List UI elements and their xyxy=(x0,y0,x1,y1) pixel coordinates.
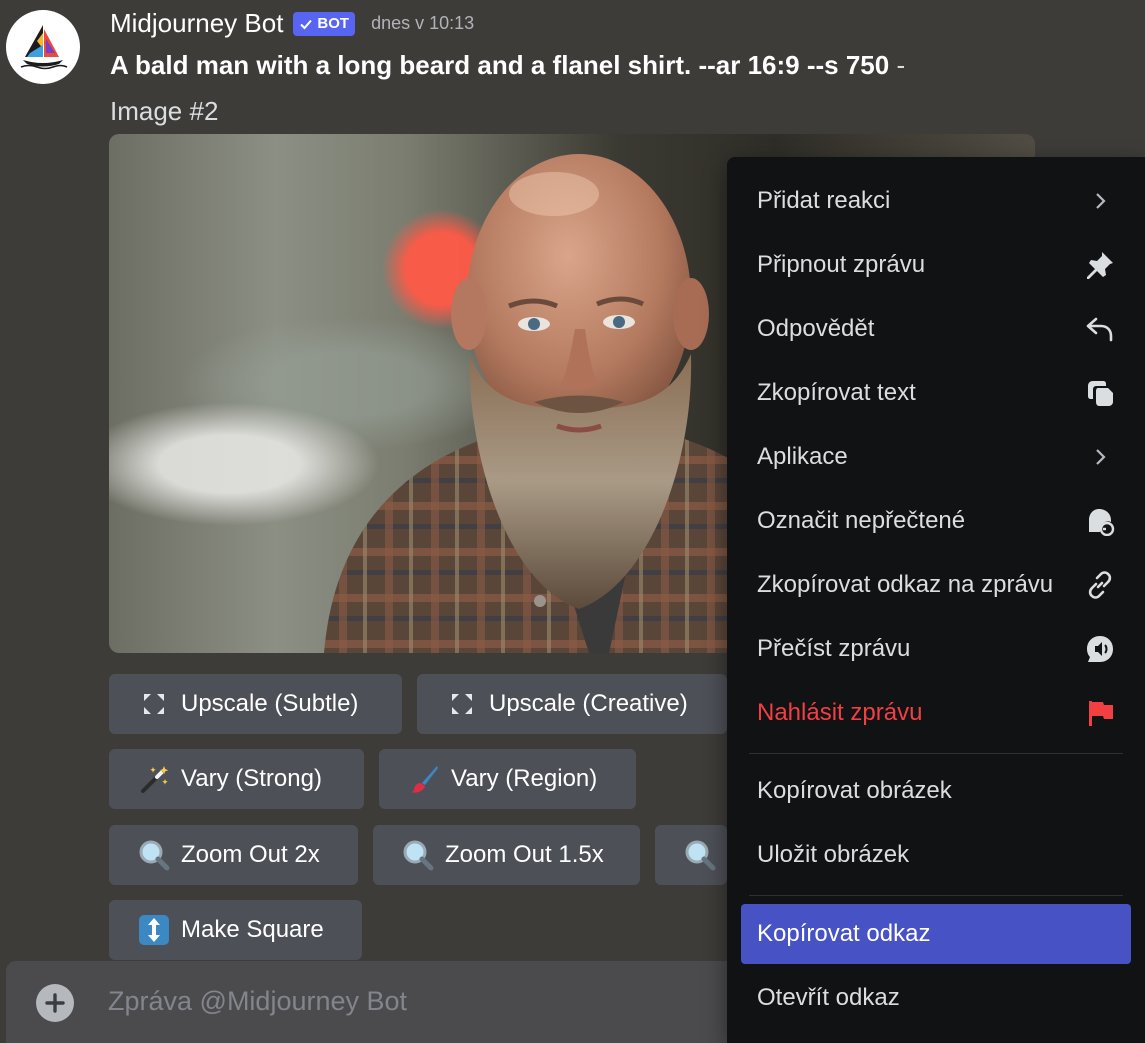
vary-region-button[interactable]: Vary (Region) xyxy=(379,749,636,809)
magnifier-icon xyxy=(683,838,717,872)
menu-item-label: Přidat reakci xyxy=(757,187,891,214)
menu-item-copy-message-link[interactable]: Zkopírovat odkaz na zprávu xyxy=(741,555,1131,615)
paintbrush-icon xyxy=(407,762,441,796)
menu-item-label: Přečíst zprávu xyxy=(757,635,911,662)
menu-item-save-image[interactable]: Uložit obrázek xyxy=(741,825,1131,885)
menu-item-read-message[interactable]: Přečíst zprávu xyxy=(741,619,1131,679)
custom-zoom-button[interactable] xyxy=(655,825,727,885)
discord-chat-view: Midjourney Bot BOT dnes v 10:13 A bald m… xyxy=(0,0,1145,1043)
upscale-creative-label: Upscale (Creative) xyxy=(489,690,688,717)
upscale-creative-button[interactable]: Upscale (Creative) xyxy=(417,674,727,734)
menu-item-copy-link[interactable]: Kopírovat odkaz xyxy=(741,904,1131,964)
magnifier-icon xyxy=(137,838,171,872)
message-timestamp: dnes v 10:13 xyxy=(371,13,475,33)
menu-item-label: Odpovědět xyxy=(757,315,875,342)
menu-separator xyxy=(749,895,1123,896)
menu-item-mark-unread[interactable]: Označit nepřečtené xyxy=(741,491,1131,551)
up-down-arrow-icon xyxy=(137,913,171,947)
pin-icon xyxy=(1083,248,1117,282)
message-header: Midjourney Bot BOT dnes v 10:13 xyxy=(110,8,474,39)
menu-item-label: Uložit obrázek xyxy=(757,841,910,868)
menu-separator xyxy=(749,753,1123,754)
menu-item-copy-text[interactable]: Zkopírovat text xyxy=(741,363,1131,423)
magic-wand-icon xyxy=(137,762,171,796)
midjourney-avatar[interactable] xyxy=(6,10,80,84)
menu-item-apps[interactable]: Aplikace xyxy=(741,427,1131,487)
menu-item-pin-message[interactable]: Připnout zprávu xyxy=(741,235,1131,295)
menu-item-label: Kopírovat odkaz xyxy=(757,920,931,947)
menu-item-reply[interactable]: Odpovědět xyxy=(741,299,1131,359)
menu-item-copy-image[interactable]: Kopírovat obrázek xyxy=(741,761,1131,821)
prompt-text: A bald man with a long beard and a flane… xyxy=(110,50,890,80)
checkmark-icon xyxy=(300,19,313,29)
menu-item-label: Připnout zprávu xyxy=(757,251,926,278)
menu-item-label: Zkopírovat odkaz na zprávu xyxy=(757,571,1054,598)
chevron-right-icon xyxy=(1083,440,1117,474)
image-label: Image #2 xyxy=(110,96,219,126)
reply-icon xyxy=(1083,312,1117,346)
chevron-right-icon xyxy=(1083,184,1117,218)
bot-badge-label: BOT xyxy=(317,15,350,32)
menu-item-label: Kopírovat obrázek xyxy=(757,777,952,804)
add-attachment-button[interactable] xyxy=(36,984,74,1022)
menu-item-label: Zkopírovat text xyxy=(757,379,916,406)
upscale-subtle-button[interactable]: Upscale (Subtle) xyxy=(109,674,402,734)
sailboat-logo-icon xyxy=(20,25,68,70)
zoom-out-2x-label: Zoom Out 2x xyxy=(181,841,320,868)
flag-icon xyxy=(1083,696,1117,730)
menu-item-add-reaction[interactable]: Přidat reakci xyxy=(741,171,1131,231)
copy-text-icon xyxy=(1083,376,1117,410)
upscale-subtle-label: Upscale (Subtle) xyxy=(181,690,359,717)
vary-strong-button[interactable]: Vary (Strong) xyxy=(109,749,364,809)
vary-region-label: Vary (Region) xyxy=(451,765,598,792)
menu-item-report-message[interactable]: Nahlásit zprávu xyxy=(741,683,1131,743)
message-context-menu: Přidat reakci Připnout zprávu Odpovědět xyxy=(727,157,1145,1043)
menu-item-label: Aplikace xyxy=(757,443,848,470)
prompt-suffix: - xyxy=(889,50,906,80)
menu-item-label: Nahlásit zprávu xyxy=(757,699,923,726)
vary-strong-label: Vary (Strong) xyxy=(181,765,322,792)
plus-icon xyxy=(45,993,65,1013)
speaker-icon xyxy=(1083,632,1117,666)
zoom-out-1-5x-button[interactable]: Zoom Out 1.5x xyxy=(373,825,640,885)
zoom-out-1-5x-label: Zoom Out 1.5x xyxy=(445,841,604,868)
author-name[interactable]: Midjourney Bot xyxy=(110,8,283,39)
message-input[interactable] xyxy=(108,978,708,1024)
message-prompt: A bald man with a long beard and a flane… xyxy=(110,48,905,82)
mark-unread-icon xyxy=(1083,504,1117,538)
make-square-button[interactable]: Make Square xyxy=(109,900,362,960)
link-icon xyxy=(1083,568,1117,602)
make-square-label: Make Square xyxy=(181,916,324,943)
magnifier-icon xyxy=(401,838,435,872)
menu-item-open-link[interactable]: Otevřít odkaz xyxy=(741,968,1131,1028)
menu-item-label: Označit nepřečtené xyxy=(757,507,966,534)
zoom-out-2x-button[interactable]: Zoom Out 2x xyxy=(109,825,358,885)
menu-item-label: Otevřít odkaz xyxy=(757,984,900,1011)
bot-badge: BOT xyxy=(293,11,356,36)
expand-icon xyxy=(445,687,479,721)
expand-icon xyxy=(137,687,171,721)
